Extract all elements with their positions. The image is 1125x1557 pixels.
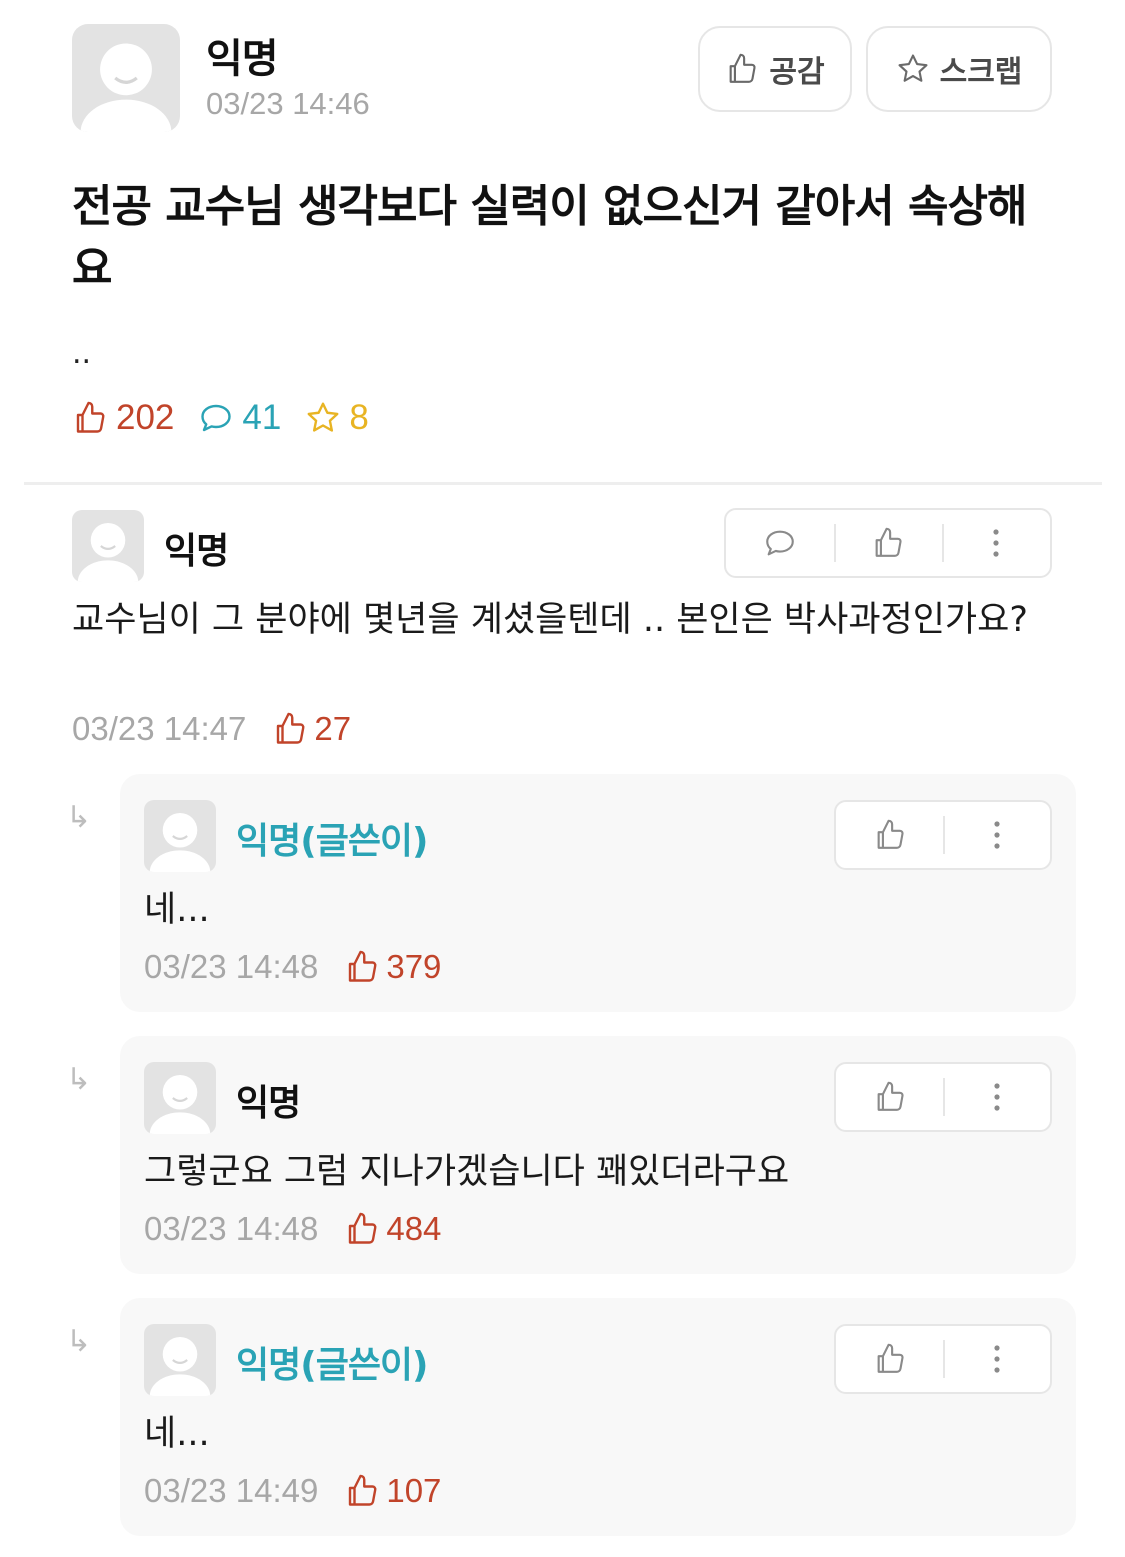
reply-like-count: 379 <box>344 948 441 986</box>
reply-actions <box>834 800 1052 870</box>
reply-meta: 03/23 14:49 107 <box>144 1472 441 1510</box>
reply-arrow-icon: ↳ <box>66 1062 92 1097</box>
reply-like-button[interactable] <box>836 1326 943 1392</box>
reply-more-button[interactable] <box>943 802 1050 868</box>
post-like-count-value: 202 <box>116 398 175 437</box>
post-timestamp: 03/23 14:46 <box>206 86 370 121</box>
reply-like-button[interactable] <box>836 802 943 868</box>
reply-card: 익명(글쓴이) 네... 03/23 14:49 107 <box>120 1298 1076 1536</box>
scrap-button[interactable]: 스크랩 <box>866 26 1052 112</box>
reply-arrow-icon: ↳ <box>66 1324 92 1359</box>
comment-author: 익명 <box>164 531 229 572</box>
post-scrap-count-value: 8 <box>349 398 369 437</box>
reply-author: 익명(글쓴이) <box>236 821 429 862</box>
thumbs-up-icon <box>729 53 756 83</box>
reply-avatar <box>144 1324 216 1396</box>
reply-like-count-value: 484 <box>386 1210 442 1247</box>
more-vertical-icon <box>993 529 999 557</box>
more-vertical-icon <box>993 1083 1000 1111</box>
post-author: 익명 <box>206 36 279 82</box>
reply-actions <box>834 1062 1052 1132</box>
reply-text: 네... <box>144 890 210 930</box>
reply-actions <box>834 1324 1052 1394</box>
divider <box>24 482 1102 485</box>
reply-timestamp: 03/23 14:49 <box>144 1472 319 1509</box>
post-scrap-count: 8 <box>305 398 369 438</box>
speech-bubble-icon <box>766 530 794 556</box>
comment-like-count: 27 <box>272 710 351 748</box>
thumbs-up-icon <box>875 527 902 557</box>
speech-bubble-icon <box>201 404 232 432</box>
reply-avatar <box>144 1062 216 1134</box>
star-icon <box>898 54 928 82</box>
post-comment-count-value: 41 <box>242 398 282 437</box>
reply-like-button[interactable] <box>836 1064 943 1130</box>
thumbs-up-icon <box>277 712 305 744</box>
comment-text: 교수님이 그 분야에 몇년을 계셨을텐데 .. 본인은 박사과정인가요? <box>72 600 1028 640</box>
comment-timestamp: 03/23 14:47 <box>72 710 247 747</box>
reply-meta: 03/23 14:48 379 <box>144 948 441 986</box>
reply-button[interactable] <box>726 510 834 576</box>
more-vertical-icon <box>993 1345 1000 1373</box>
reply-more-button[interactable] <box>943 1326 1050 1392</box>
avatar-placeholder-icon <box>77 522 139 582</box>
reply-like-count-value: 379 <box>386 948 442 985</box>
reply-like-count-value: 107 <box>386 1472 442 1509</box>
reply-more-button[interactable] <box>943 1064 1050 1130</box>
reply-timestamp: 03/23 14:48 <box>144 948 319 985</box>
thumbs-up-icon <box>877 1343 904 1373</box>
thumbs-up-icon <box>76 401 105 433</box>
reply-text: 네... <box>144 1414 210 1454</box>
like-button[interactable]: 공감 <box>698 26 852 112</box>
comment-actions <box>724 508 1052 578</box>
scrap-button-label: 스크랩 <box>939 55 1023 90</box>
reply-arrow-icon: ↳ <box>66 800 92 835</box>
comment-avatar <box>72 510 144 582</box>
reply-like-count: 107 <box>344 1472 441 1510</box>
reply-timestamp: 03/23 14:48 <box>144 1210 319 1247</box>
reply-like-count: 484 <box>344 1210 441 1248</box>
comment-more-button[interactable] <box>942 510 1050 576</box>
post-stats: 202 41 8 <box>72 398 393 438</box>
post-avatar <box>72 24 180 132</box>
thumbs-up-icon <box>349 950 377 982</box>
post-like-count: 202 <box>72 398 174 438</box>
reply-card: 익명 그렇군요 그럼 지나가겠습니다 꽤있더라구요 03/23 14:48 48… <box>120 1036 1076 1274</box>
thumbs-up-icon <box>877 819 904 849</box>
reply-card: 익명(글쓴이) 네... 03/23 14:48 379 <box>120 774 1076 1012</box>
reply-avatar <box>144 800 216 872</box>
post-title: 전공 교수님 생각보다 실력이 없으신거 같아서 속상해요 <box>72 181 1027 294</box>
thumbs-up-icon <box>349 1212 377 1244</box>
star-icon <box>307 402 339 432</box>
comment-meta: 03/23 14:47 27 <box>72 710 351 748</box>
comment-like-button[interactable] <box>834 510 942 576</box>
avatar-placeholder-icon <box>149 812 211 872</box>
reply-text: 그렇군요 그럼 지나가겠습니다 꽤있더라구요 <box>144 1152 790 1192</box>
reply-author: 익명 <box>236 1083 301 1124</box>
post-body: .. <box>72 336 92 371</box>
reply-author: 익명(글쓴이) <box>236 1345 429 1386</box>
comment-like-count-value: 27 <box>314 710 352 747</box>
more-vertical-icon <box>993 821 1000 849</box>
post-comment-count: 41 <box>198 398 281 438</box>
like-button-label: 공감 <box>769 55 825 90</box>
avatar-placeholder-icon <box>80 43 172 132</box>
thumbs-up-icon <box>877 1081 904 1111</box>
avatar-placeholder-icon <box>149 1074 211 1134</box>
avatar-placeholder-icon <box>149 1336 211 1396</box>
thumbs-up-icon <box>349 1474 377 1506</box>
reply-meta: 03/23 14:48 484 <box>144 1210 441 1248</box>
